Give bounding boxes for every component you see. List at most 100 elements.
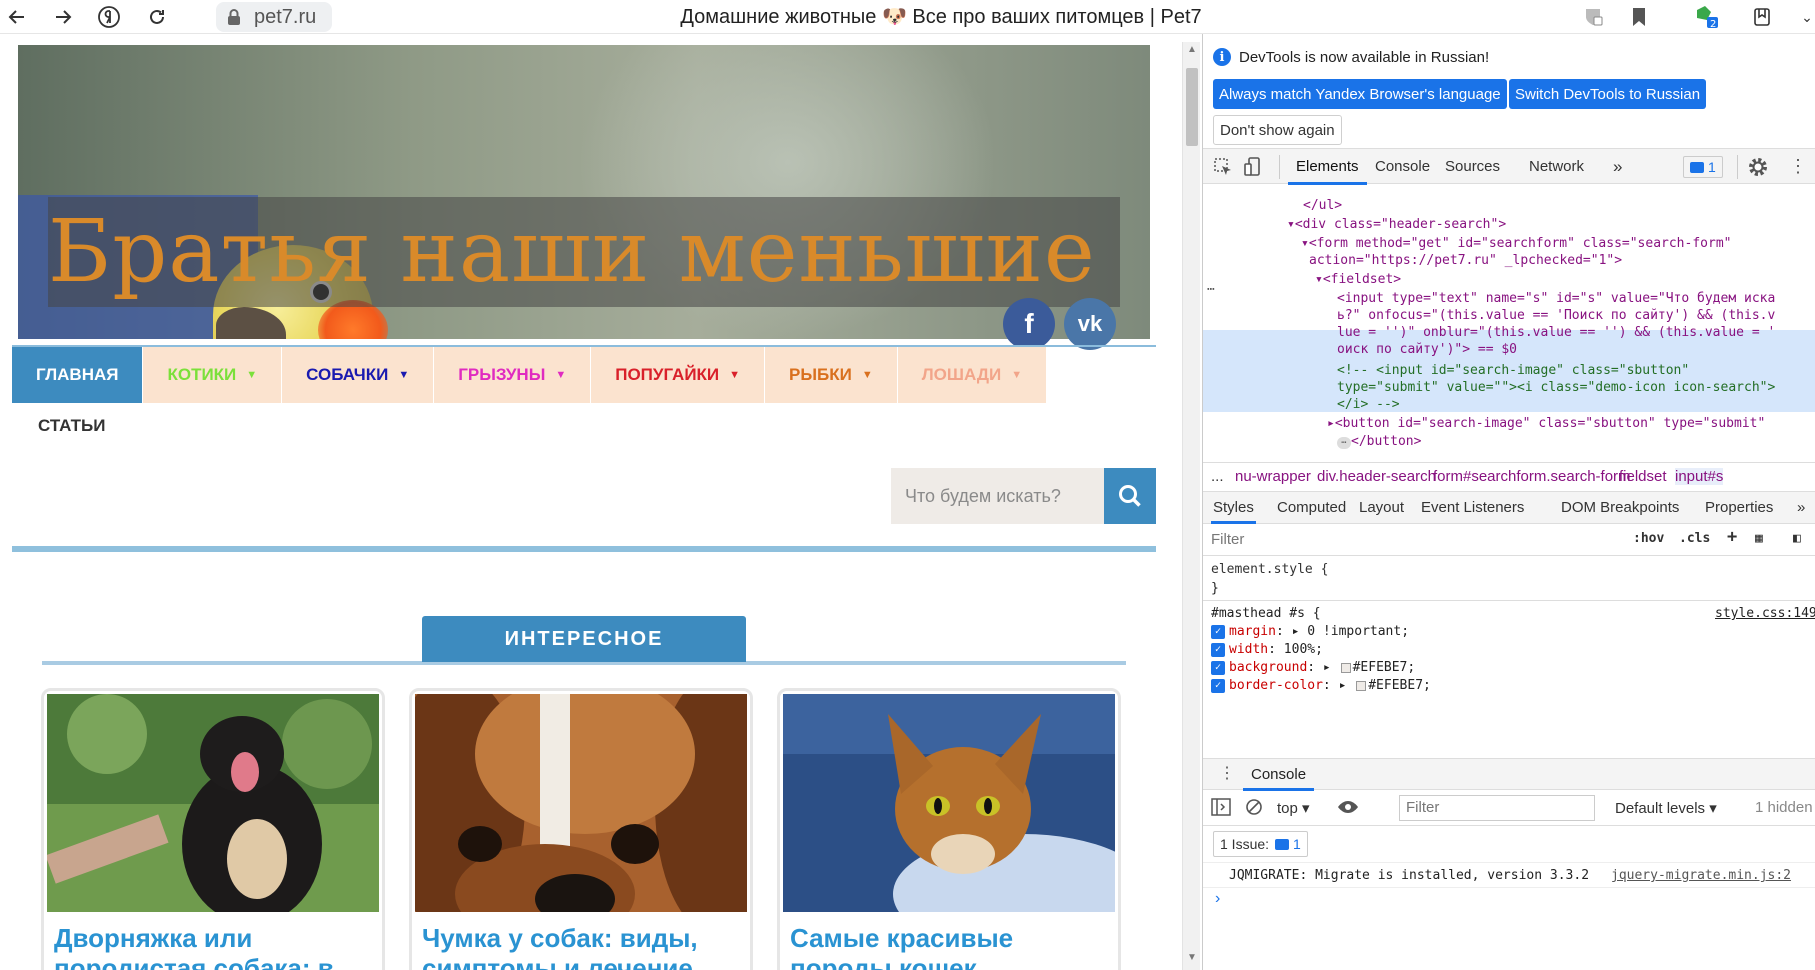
nav-item[interactable]: ГЛАВНАЯ [12, 347, 144, 403]
dom-line[interactable]: action="https://pet7.ru" _lpchecked="1"> [1309, 251, 1622, 271]
crumb-item[interactable]: input#s [1675, 468, 1724, 485]
tab-layout[interactable]: Layout [1359, 492, 1404, 524]
eye-icon[interactable] [1337, 798, 1359, 820]
inspect-icon[interactable] [1213, 157, 1233, 182]
issues-link[interactable]: 1 Issue: 1 [1213, 831, 1308, 857]
add-rule-icon[interactable]: + [1727, 527, 1737, 547]
device-toggle-icon[interactable] [1243, 156, 1263, 183]
article-card[interactable]: Чумка у собак: виды, симптомы и лечение [409, 688, 753, 970]
tab-dom-breakpoints[interactable]: DOM Breakpoints [1561, 492, 1679, 524]
drawer-menu-icon[interactable]: ⋮ [1219, 763, 1235, 783]
tab-event-listeners[interactable]: Event Listeners [1421, 492, 1524, 524]
crumb-ellipsis[interactable]: ... [1211, 468, 1224, 485]
settings-gear-icon[interactable] [1747, 156, 1769, 183]
dom-line[interactable]: оиск по сайту')"> == $0 [1337, 340, 1517, 360]
search-icon [1119, 485, 1141, 507]
nav-item[interactable]: ЛОШАДИ ▼ [897, 347, 1048, 403]
card-title[interactable]: Дворняжка или породистая собака: в [54, 923, 382, 970]
facebook-icon[interactable]: f [1003, 298, 1055, 350]
card-title[interactable]: Чумка у собак: виды, симптомы и лечение [422, 923, 750, 970]
dom-line[interactable]: </ul> [1303, 196, 1342, 216]
dont-show-again-button[interactable]: Don't show again [1213, 115, 1342, 145]
sidebar-icon[interactable] [1211, 798, 1231, 820]
context-select[interactable]: top ▾ [1277, 799, 1310, 817]
tab-properties[interactable]: Properties [1705, 492, 1773, 524]
switch-russian-button[interactable]: Switch DevTools to Russian [1509, 79, 1707, 109]
card-title[interactable]: Самые красивые породы кошек [790, 923, 1118, 970]
article-card[interactable]: Дворняжка или породистая собака: в [41, 688, 385, 970]
extension-icon[interactable]: 2 [1694, 4, 1720, 30]
site-title[interactable]: Братья наши меньшие [48, 202, 1120, 302]
card-image-dog[interactable] [47, 694, 379, 912]
chevron-down-icon[interactable]: ⌄ [1794, 4, 1815, 30]
nav-item-articles[interactable]: СТАТЬИ [38, 416, 105, 436]
scroll-down-icon[interactable]: ▼ [1187, 952, 1197, 963]
kebab-menu-icon[interactable]: ⋮ [1789, 156, 1807, 177]
page-scrollbar[interactable]: ▲ ▼ [1182, 42, 1200, 970]
nav-item[interactable]: ГРЫЗУНЫ ▼ [434, 347, 592, 403]
nav-item[interactable]: РЫБКИ ▼ [765, 347, 898, 403]
crumb-item[interactable]: div.header-search [1317, 468, 1436, 485]
console-source-link[interactable]: jquery-migrate.min.js:2 [1611, 863, 1791, 889]
search-input[interactable]: Что будем искать? [891, 468, 1104, 524]
style-property[interactable]: ✓ width: 100%; [1211, 642, 1323, 657]
tab-sources[interactable]: Sources [1445, 149, 1500, 185]
tab-elements[interactable]: Elements [1288, 149, 1367, 185]
collections-icon[interactable] [1750, 4, 1776, 30]
protect-icon[interactable] [1580, 4, 1606, 30]
scrollbar-thumb[interactable] [1186, 68, 1198, 146]
console-filter-input[interactable]: Filter [1399, 795, 1595, 821]
tab-console-drawer[interactable]: Console [1243, 759, 1315, 791]
match-language-button[interactable]: Always match Yandex Browser's language [1213, 79, 1507, 109]
yandex-icon[interactable] [96, 4, 122, 30]
tab-network[interactable]: Network [1529, 149, 1584, 185]
rule-selector[interactable]: #masthead #s { [1211, 606, 1321, 621]
dom-line[interactable]: ▾<fieldset> [1315, 270, 1401, 290]
search-button[interactable] [1104, 468, 1156, 524]
dom-comment[interactable]: type="submit" value=""><i class="demo-ic… [1337, 378, 1775, 398]
card-image-cat[interactable] [783, 694, 1115, 912]
card-image-beagle[interactable] [415, 694, 747, 912]
scroll-up-icon[interactable]: ▲ [1187, 44, 1197, 55]
crumb-item[interactable]: nu-wrapper [1235, 468, 1311, 485]
log-levels-select[interactable]: Default levels ▾ [1615, 799, 1717, 817]
sidebar-toggle-icon[interactable]: ◧ [1793, 531, 1801, 546]
tab-computed[interactable]: Computed [1277, 492, 1346, 524]
styles-filter-input[interactable]: Filter [1209, 528, 1569, 552]
style-property[interactable]: ✓ margin: ▸ 0 !important; [1211, 624, 1409, 639]
tab-styles[interactable]: Styles [1211, 492, 1256, 524]
console-prompt[interactable]: › [1215, 890, 1220, 908]
address-bar[interactable]: pet7.ru [216, 2, 332, 32]
crumb-item[interactable]: fieldset [1619, 468, 1667, 485]
bookmark-icon[interactable] [1626, 4, 1652, 30]
styles-pane[interactable]: element.style { } #masthead #s { style.c… [1203, 556, 1815, 754]
crumb-item[interactable]: form#searchform.search-form [1433, 468, 1631, 485]
nav-item[interactable]: СОБАЧКИ ▼ [282, 347, 435, 403]
reload-icon[interactable] [144, 4, 170, 30]
vk-icon[interactable]: vk [1064, 298, 1116, 350]
tab-console[interactable]: Console [1375, 149, 1430, 185]
cls-toggle[interactable]: .cls [1679, 531, 1710, 546]
node-actions-icon[interactable]: ⋯ [1207, 280, 1215, 300]
nav-item[interactable]: КОТИКИ ▼ [143, 347, 283, 403]
dom-line[interactable]: ▸<button id="search-image" class="sbutto… [1327, 414, 1765, 434]
article-card[interactable]: Самые красивые породы кошек [777, 688, 1121, 970]
style-property[interactable]: ✓ border-color: ▸ #EFEBE7; [1211, 678, 1431, 693]
web-page: Братья наши меньшие f vk ГЛАВНАЯ КОТИКИ ▼ С… [0, 34, 1200, 970]
dom-comment[interactable]: </i> --> [1337, 395, 1400, 415]
element-style-rule[interactable]: element.style { [1211, 562, 1328, 577]
more-tabs-icon[interactable]: » [1797, 492, 1805, 524]
back-icon[interactable] [4, 4, 30, 30]
hov-toggle[interactable]: :hov [1633, 531, 1664, 546]
issues-counter[interactable]: 1 [1683, 156, 1723, 178]
paint-icon[interactable]: ▦ [1755, 531, 1763, 546]
dom-line[interactable]: ⋯ </button> [1337, 432, 1421, 452]
style-property[interactable]: ✓ background: ▸ #EFEBE7; [1211, 660, 1415, 675]
rule-source-link[interactable]: style.css:149 [1715, 606, 1815, 621]
forward-icon[interactable] [50, 4, 76, 30]
more-tabs-icon[interactable]: » [1613, 149, 1622, 185]
clear-console-icon[interactable] [1245, 798, 1263, 820]
nav-item[interactable]: ПОПУГАЙКИ ▼ [591, 347, 766, 403]
elements-tree[interactable]: </ul> ▾<div class="header-search"> ▾<for… [1203, 184, 1815, 462]
dom-line[interactable]: ▾<div class="header-search"> [1287, 215, 1506, 235]
